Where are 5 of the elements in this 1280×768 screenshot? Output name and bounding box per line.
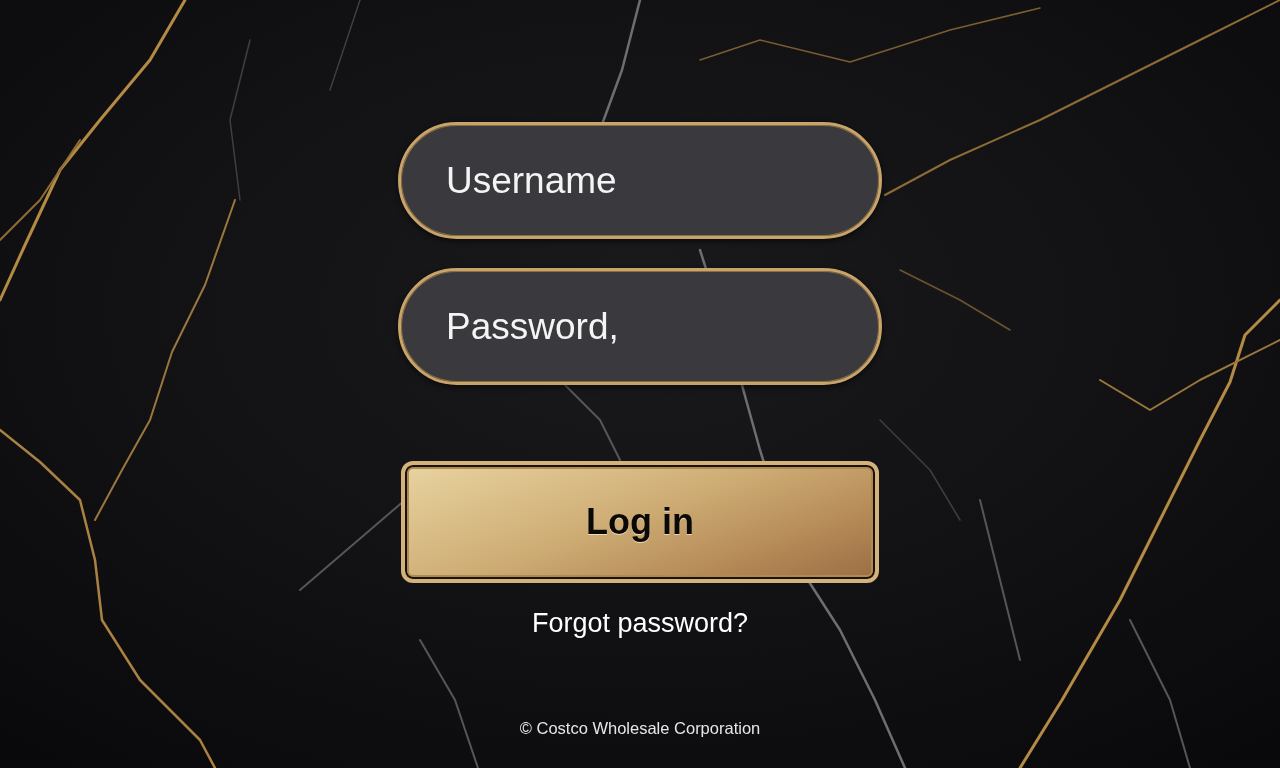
input-field[interactable]: Password, — [398, 268, 882, 385]
login-button[interactable]: Log in — [401, 461, 879, 583]
input-field[interactable]: Username — [398, 122, 882, 239]
copyright-text: © Costco Wholesale Corporation — [519, 719, 761, 739]
forgot-password-link[interactable]: Forgot password? — [531, 608, 749, 640]
